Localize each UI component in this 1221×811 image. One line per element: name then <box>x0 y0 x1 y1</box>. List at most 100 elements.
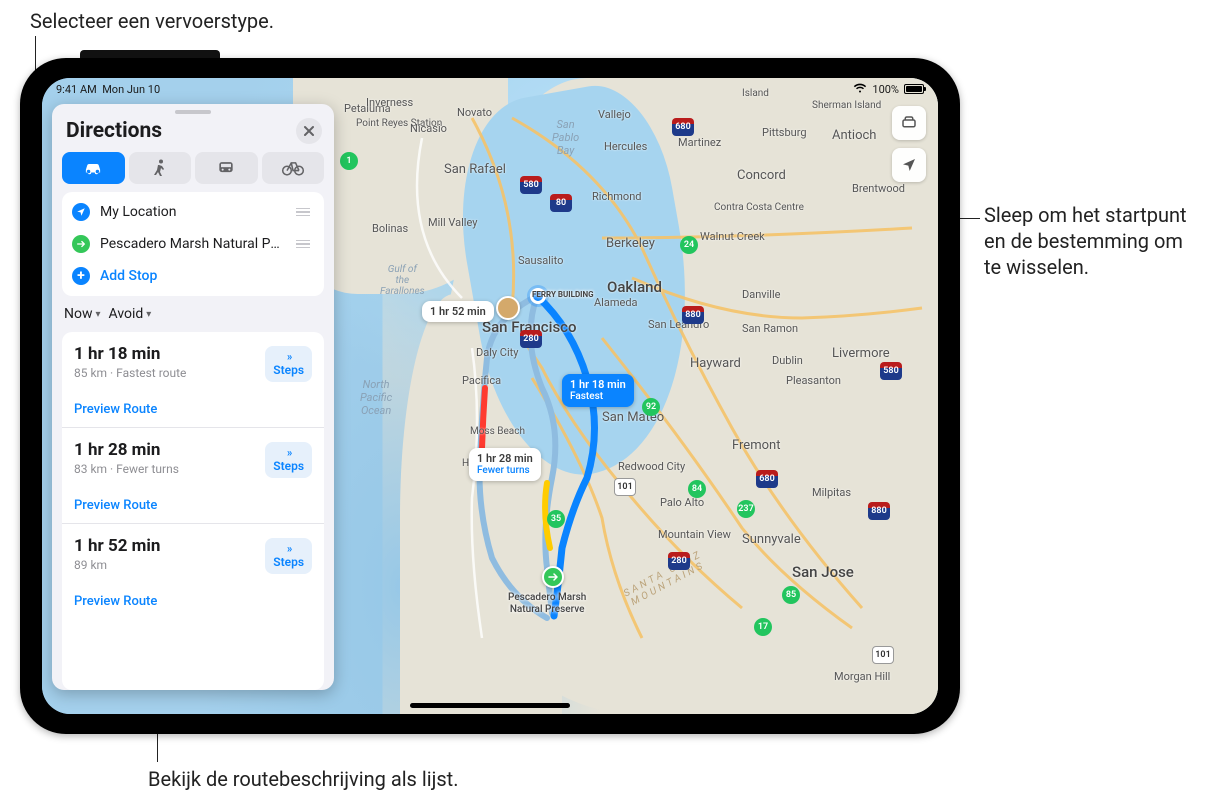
routes-list: 1 hr 18 min 85 km · Fastest route »Steps… <box>62 332 324 690</box>
drag-grabber[interactable] <box>175 110 211 114</box>
city-label: Novato <box>457 106 492 119</box>
shield-interstate: 280 <box>668 552 690 570</box>
steps-button[interactable]: »Steps <box>265 346 312 382</box>
avoid-filter[interactable]: Avoid ▾ <box>109 306 152 322</box>
preview-route-link[interactable]: Preview Route <box>74 594 312 609</box>
city-label: Sausalito <box>518 254 563 267</box>
shield-state: 84 <box>688 480 706 498</box>
wifi-icon <box>853 83 867 96</box>
region-label: NorthPacificOcean <box>360 378 392 417</box>
shield-interstate: 880 <box>682 306 704 324</box>
tab-walk[interactable] <box>129 152 192 184</box>
city-label: Contra Costa Centre <box>714 202 804 213</box>
steps-button[interactable]: »Steps <box>265 442 312 478</box>
shield-us: 101 <box>614 478 636 496</box>
ipad-frame: NorthPacificOcean SanPabloBay Gulf ofthe… <box>20 58 960 734</box>
callout-top: Selecteer een vervoerstype. <box>30 8 274 34</box>
poi-label: FERRY BUILDING <box>532 290 594 300</box>
city-label: Sherman Island <box>812 100 881 111</box>
double-chevron-icon: » <box>273 542 304 555</box>
shield-interstate: 680 <box>756 470 778 488</box>
shield-state: 17 <box>754 618 772 636</box>
shield-state: 1 <box>340 152 358 170</box>
city-label: Fremont <box>732 438 780 453</box>
stop-to[interactable]: Pescadero Marsh Natural Preserve <box>62 228 324 260</box>
home-indicator[interactable] <box>410 703 570 708</box>
shield-interstate: 880 <box>868 502 890 520</box>
city-label: Daly City <box>476 346 518 359</box>
tab-transit[interactable] <box>195 152 258 184</box>
route-option[interactable]: 1 hr 52 min 89 km »Steps Preview Route <box>62 524 324 619</box>
city-label: Martinez <box>678 136 721 149</box>
stop-from[interactable]: My Location <box>62 196 324 228</box>
chevron-down-icon: ▾ <box>96 309 101 320</box>
city-label: Morgan Hill <box>834 670 890 683</box>
status-bar: 9:41 AM Mon Jun 10 100% <box>42 78 938 100</box>
route-option[interactable]: 1 hr 18 min 85 km · Fastest route »Steps… <box>62 332 324 428</box>
screen: NorthPacificOcean SanPabloBay Gulf ofthe… <box>42 78 938 714</box>
city-label: Pleasanton <box>786 374 841 387</box>
reorder-handle[interactable] <box>292 204 314 221</box>
close-button[interactable] <box>296 118 322 144</box>
directions-panel: Directions <box>52 104 334 690</box>
preview-route-link[interactable]: Preview Route <box>74 498 312 513</box>
tab-drive[interactable] <box>62 152 125 184</box>
city-label: Dublin <box>772 354 803 367</box>
battery-icon <box>904 84 924 94</box>
add-stop-button[interactable]: + Add Stop <box>62 260 324 292</box>
city-label: Oakland <box>607 278 662 296</box>
city-label: San Ramon <box>742 322 798 335</box>
shield-state: 85 <box>782 586 800 604</box>
city-label: Milpitas <box>812 486 851 499</box>
city-label: Richmond <box>592 190 641 203</box>
battery-percent: 100% <box>872 83 899 96</box>
destination-pin-icon <box>72 235 90 253</box>
chevron-down-icon: ▾ <box>146 309 151 320</box>
city-label: Nicasio <box>410 122 447 135</box>
route-option[interactable]: 1 hr 28 min 83 km · Fewer turns »Steps P… <box>62 428 324 524</box>
shield-interstate: 280 <box>520 330 542 348</box>
city-label: Concord <box>737 168 786 183</box>
add-stop-label: Add Stop <box>100 268 157 284</box>
tab-cycle[interactable] <box>262 152 325 184</box>
region-label: SanPabloBay <box>552 118 579 157</box>
locate-me-button[interactable] <box>892 148 926 182</box>
route-badge-alt[interactable]: 1 hr 52 min <box>422 301 494 322</box>
double-chevron-icon: » <box>273 446 304 459</box>
reorder-handle[interactable] <box>292 236 314 253</box>
city-label: Livermore <box>832 346 890 361</box>
callout-bottom: Bekijk de routebeschrijving als lijst. <box>148 766 459 792</box>
depart-time-filter[interactable]: Now ▾ <box>64 306 101 322</box>
map-mode-button[interactable] <box>892 106 926 140</box>
route-badge-alt[interactable]: 1 hr 28 minFewer turns <box>469 448 541 481</box>
status-time: 9:41 AM <box>56 83 97 96</box>
poi-marker[interactable] <box>496 296 520 320</box>
city-label: Hercules <box>604 140 647 153</box>
city-label: Moss Beach <box>470 426 525 437</box>
plus-icon: + <box>72 267 90 285</box>
preview-route-link[interactable]: Preview Route <box>74 402 312 417</box>
destination-label: Pescadero MarshNatural Preserve <box>508 592 586 616</box>
city-label: Brentwood <box>852 182 905 195</box>
city-label: Berkeley <box>606 236 655 251</box>
shield-state: 24 <box>680 236 698 254</box>
city-label: Alameda <box>594 296 638 309</box>
callout-right: Sleep om het startpunt en de bestemming … <box>984 202 1204 280</box>
city-label: San Jose <box>792 563 854 581</box>
shield-state: 237 <box>737 500 755 518</box>
shield-interstate: 680 <box>672 118 694 136</box>
transport-tabs <box>52 152 334 192</box>
location-arrow-icon <box>72 203 90 221</box>
shield-interstate: 580 <box>880 362 902 380</box>
route-badge-primary[interactable]: 1 hr 18 minFastest <box>562 374 634 407</box>
panel-title: Directions <box>66 119 162 143</box>
shield-interstate: 80 <box>550 194 572 212</box>
city-label: Mountain View <box>658 528 731 541</box>
stop-to-label: Pescadero Marsh Natural Preserve <box>100 236 280 252</box>
steps-button[interactable]: »Steps <box>265 538 312 574</box>
city-label: Walnut Creek <box>700 230 765 243</box>
city-label: Bolinas <box>372 222 408 235</box>
city-label: San Rafael <box>444 162 506 177</box>
destination-marker[interactable] <box>542 566 564 588</box>
city-label: Danville <box>742 288 780 301</box>
